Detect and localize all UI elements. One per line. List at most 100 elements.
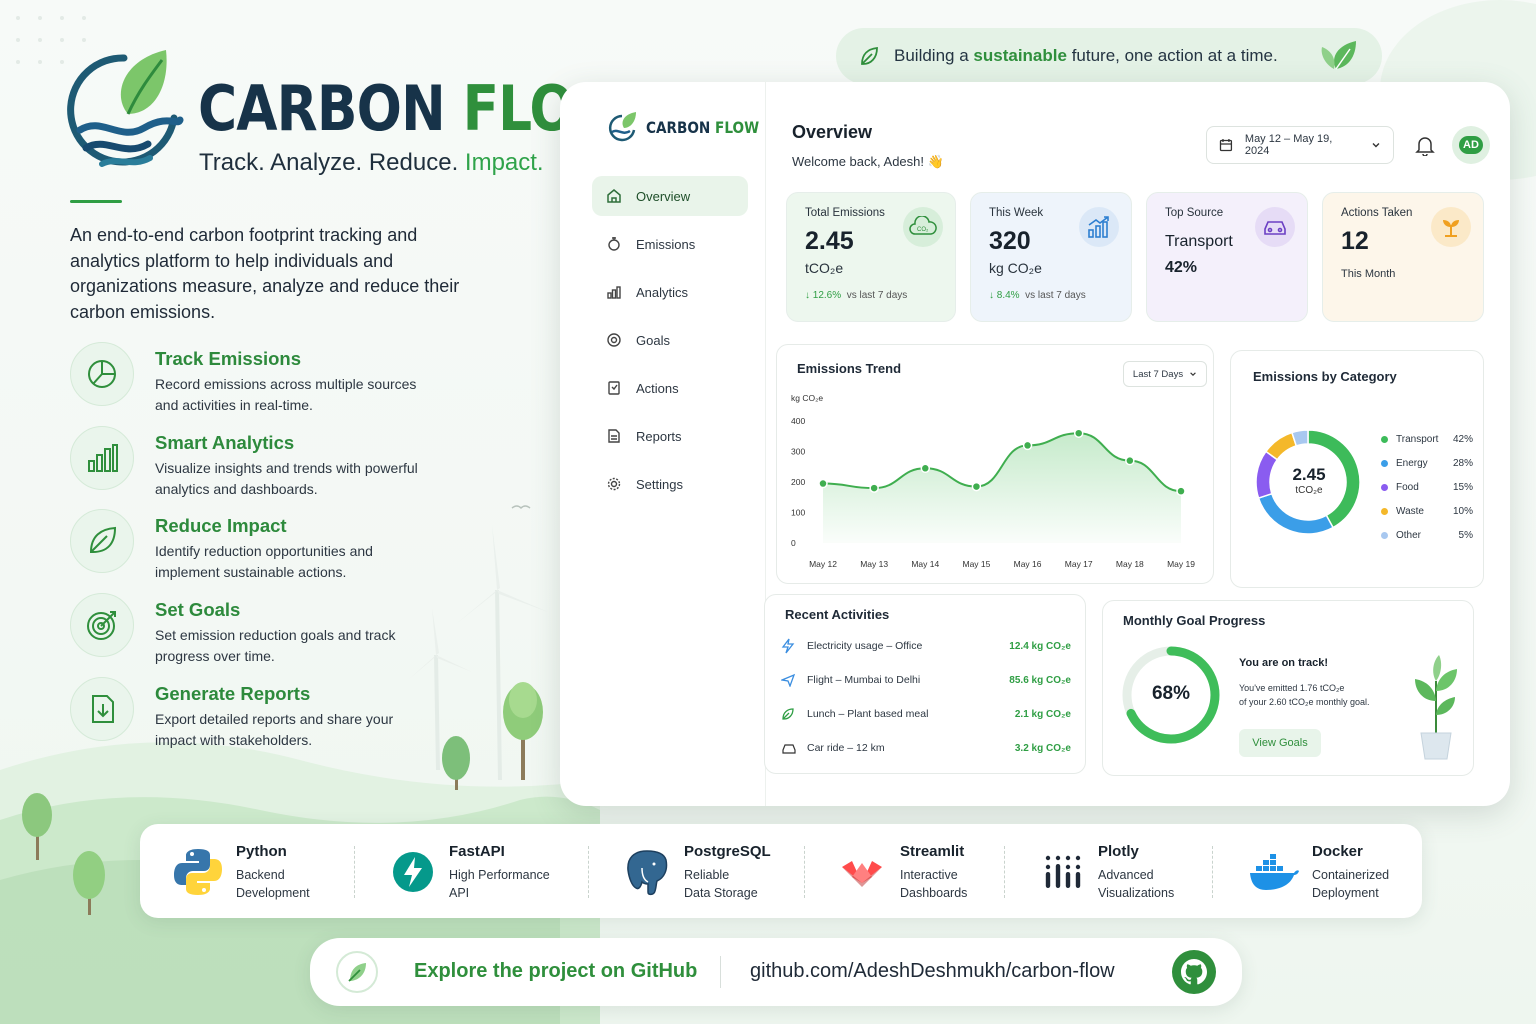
download-icon: [70, 677, 134, 741]
chevron-down-icon: [1372, 143, 1380, 148]
panel-title: Monthly Goal Progress: [1123, 613, 1266, 628]
welcome-text: Welcome back, Adesh! 👋: [792, 154, 944, 169]
list-item[interactable]: Flight – Mumbai to Delhi 85.6 kg CO₂e: [781, 663, 1071, 697]
sidebar-item-actions[interactable]: Actions: [592, 368, 748, 408]
carbon-flow-logo-icon: [67, 50, 184, 167]
donut-slice[interactable]: [1257, 492, 1335, 535]
leaf-icon: [782, 708, 794, 720]
sidebar-item-emissions[interactable]: Emissions: [592, 224, 748, 264]
page-title: Overview: [792, 122, 873, 142]
avatar[interactable]: AD: [1452, 126, 1490, 164]
list-item[interactable]: Lunch – Plant based meal 2.1 kg CO₂e: [781, 697, 1071, 731]
data-point[interactable]: [818, 478, 828, 489]
donut-slice[interactable]: [1264, 431, 1298, 461]
github-cta-bar[interactable]: Explore the project on GitHub github.com…: [310, 938, 1242, 1006]
goal-status: You are on track!: [1239, 657, 1329, 669]
data-point[interactable]: [920, 463, 931, 474]
tagline-part2: Impact.: [464, 149, 544, 176]
sidebar-item-overview[interactable]: Overview: [592, 176, 748, 216]
sidebar-item-settings[interactable]: Settings: [592, 464, 748, 504]
tech-desc-line: Deployment: [1312, 885, 1379, 900]
dashboard-window: CARBON FLOW Overview Emissions Analytics…: [560, 82, 1510, 806]
legend-swatch: [1381, 483, 1388, 491]
fastapi-icon: [393, 852, 433, 892]
kpi-delta: ↓ 8.4% vs last 7 days: [989, 290, 1113, 301]
github-icon[interactable]: [1172, 950, 1216, 994]
tech-desc-line: API: [449, 885, 470, 900]
feature-desc: Record emissions across multiple sources…: [155, 376, 417, 413]
tech-name: FastAPI: [449, 842, 505, 860]
feature-desc: Visualize insights and trends with power…: [155, 460, 418, 497]
gear-icon: [607, 477, 621, 491]
sidebar-item-analytics[interactable]: Analytics: [592, 272, 748, 312]
dashboard-logo: CARBON FLOW: [608, 112, 779, 142]
nav-label: Actions: [636, 380, 679, 396]
activity-label: Flight – Mumbai to Delhi: [807, 674, 921, 686]
notification-bell-icon[interactable]: [1414, 134, 1436, 161]
github-url-link[interactable]: github.com/AdeshDeshmukh/carbon-flow: [750, 960, 1115, 983]
data-point[interactable]: [1022, 440, 1033, 451]
tech-stack-bar: Python Backend Development FastAPI High Per…: [140, 824, 1422, 918]
kpi-card-top-source: Top Source Transport 42%: [1146, 192, 1308, 322]
kpi-card-this-week: This Week 320 kg CO₂e ↓ 8.4% vs last 7 d…: [970, 192, 1132, 322]
tech-item-python: Python Backend Development: [174, 824, 310, 920]
tech-desc-line: Data Storage: [684, 885, 758, 900]
list-item[interactable]: Car ride – 12 km 3.2 kg CO₂e: [781, 731, 1071, 765]
tech-desc-line: Development: [236, 885, 310, 900]
emissions-trend-chart: kg CO₂e 0 100 200 300 400 May 12 May 13 May 14 Ma…: [791, 393, 1195, 569]
nav-label: Goals: [636, 332, 670, 348]
feature-title: Track Emissions: [155, 348, 302, 369]
feature-desc: Set emission reduction goals and track p…: [155, 627, 396, 664]
logo-text-2: FLOW: [715, 117, 760, 137]
date-range-picker[interactable]: May 12 – May 19, 2024: [1206, 126, 1394, 164]
tech-desc-line: Containerized: [1312, 867, 1390, 882]
data-point[interactable]: [1176, 486, 1186, 496]
tech-desc: Reliable Data Storage: [684, 866, 771, 902]
sidebar-item-reports[interactable]: Reports: [592, 416, 748, 456]
separator: [1212, 846, 1213, 898]
y-tick-label: 300: [791, 447, 805, 457]
y-axis-label: kg CO₂e: [791, 393, 823, 403]
target-icon: [70, 593, 134, 657]
donut-unit: tCO₂e: [1295, 485, 1323, 496]
legend-label: Waste: [1396, 505, 1424, 517]
donut-slice[interactable]: [1255, 450, 1279, 500]
legend-item: Transport 42%: [1381, 427, 1473, 451]
streamlit-icon: [842, 861, 882, 887]
github-cta-text[interactable]: Explore the project on GitHub: [414, 960, 697, 983]
data-point[interactable]: [869, 483, 879, 493]
goal-text: You've emitted 1.76 tCO₂e of your 2.60 t…: [1239, 681, 1409, 709]
carbon-flow-logo-icon: [608, 112, 636, 142]
trend-filter-value: Last 7 Days: [1132, 368, 1184, 380]
leaf-badge-icon: [336, 951, 378, 993]
data-point[interactable]: [1125, 455, 1135, 466]
goal-line-1: You've emitted 1.76 tCO₂e: [1239, 683, 1345, 693]
y-tick-label: 400: [791, 416, 805, 426]
x-tick-label: May 13: [860, 559, 888, 569]
feature-desc: Identify reduction opportunities and imp…: [155, 543, 373, 580]
x-tick-label: May 15: [962, 559, 990, 569]
legend-swatch: [1381, 435, 1388, 443]
sidebar-item-goals[interactable]: Goals: [592, 320, 748, 360]
goal-percent: 68%: [1151, 683, 1191, 704]
plotly-icon: [1045, 855, 1081, 888]
legend-item: Food 15%: [1381, 475, 1473, 499]
list-item[interactable]: Electricity usage – Office 12.4 kg CO₂e: [781, 629, 1071, 663]
tech-desc: High Performance API: [449, 866, 550, 902]
trend-filter-dropdown[interactable]: Last 7 Days: [1123, 361, 1207, 387]
x-tick-label: May 12: [809, 559, 837, 569]
y-tick-label: 0: [791, 538, 796, 548]
data-point[interactable]: [1073, 428, 1084, 438]
feature-title: Reduce Impact: [155, 515, 287, 536]
kpi-delta-value: ↓ 8.4%: [989, 290, 1020, 301]
tech-item-docker: Docker Containerized Deployment: [1248, 824, 1389, 920]
car-icon: [1255, 207, 1295, 247]
data-point[interactable]: [971, 481, 982, 492]
activity-label: Electricity usage – Office: [807, 640, 923, 652]
tech-name: Docker: [1312, 842, 1363, 860]
co2-cloud-icon: CO₂: [903, 207, 943, 247]
view-goals-button[interactable]: View Goals: [1239, 729, 1321, 757]
slogan-highlight: sustainable: [973, 46, 1067, 65]
legend-label: Energy: [1396, 457, 1428, 469]
legend-swatch: [1381, 531, 1388, 539]
